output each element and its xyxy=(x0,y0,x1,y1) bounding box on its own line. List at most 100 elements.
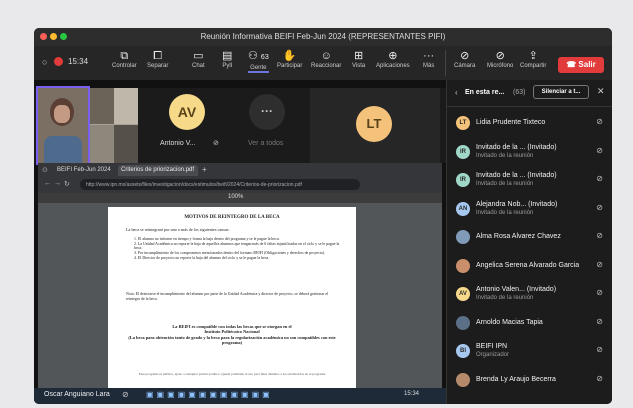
participant-name: Invitado de la ... (Invitado) xyxy=(476,172,557,179)
poll-icon: ▤ xyxy=(222,50,233,62)
participant-name: BEIFI IPN xyxy=(476,343,508,350)
see-all-tile[interactable]: ··· Ver a todos xyxy=(232,88,298,163)
participant-avatar xyxy=(456,315,470,330)
participant-name: Alejandra Nob... (Invitado) xyxy=(476,200,558,208)
participant-avatar: BI xyxy=(456,344,470,358)
speaker-face xyxy=(54,105,70,123)
more-label: Más xyxy=(423,63,435,69)
participant-role: Invitado de la reunión xyxy=(476,295,534,301)
share-button[interactable]: ⇪ Compartir xyxy=(520,49,546,69)
camera-button[interactable]: ⊘ Cámara xyxy=(454,49,475,69)
participant-row[interactable]: AV Antonio Valen... (Invitado) Invitado de… xyxy=(447,283,612,307)
close-icon[interactable]: ✕ xyxy=(597,86,605,97)
pdf-page: MOTIVOS DE REINTEGRO DE LA BECA La beca … xyxy=(108,207,356,404)
pdf-bold-line: (La beca para obtención tanto de grado y… xyxy=(128,334,336,346)
people-button[interactable]: ⚇ 63 Gente xyxy=(248,49,269,73)
video-tile-lt[interactable]: LT xyxy=(310,88,440,163)
more-icon: ··· xyxy=(423,50,435,62)
microphone-label: Micrófono xyxy=(487,63,514,69)
participant-row[interactable]: IR Invitado de la ... (Invitado) Invitado … xyxy=(447,169,612,193)
pdf-list-item: 2. La Unidad Académica no reporte la baj… xyxy=(134,241,340,251)
new-tab-icon[interactable]: + xyxy=(202,165,207,174)
view-button[interactable]: ⊞ Vista xyxy=(352,49,365,69)
participant-row[interactable]: BI BEIFI IPN Organizador ⊘ xyxy=(447,340,612,364)
participant-row[interactable]: Alma Rosa Alvarez Chavez ⊘ xyxy=(447,226,612,250)
back-icon[interactable]: ← xyxy=(44,180,51,187)
video-tile-room[interactable] xyxy=(90,88,138,163)
forward-icon[interactable]: → xyxy=(54,180,61,187)
shared-taskbar: Oscar Anguiano Lara ⊘ ▣▣▣▣▣▣▣▣▣▣▣▣ 15:34 xyxy=(34,388,446,404)
microphone-button[interactable]: ⊘ Micrófono xyxy=(487,49,513,69)
raise-hand-label: Participar xyxy=(277,63,303,69)
camera-label: Cámara xyxy=(454,63,476,69)
react-button[interactable]: ☺ Reaccionar xyxy=(311,49,341,69)
participant-row[interactable]: Angelica Serena Alvarado Garcia ⊘ xyxy=(447,255,612,279)
window-title: Reunión Informativa BEIFI Feb-Jun 2024 (… xyxy=(200,32,446,41)
address-bar[interactable]: http://www.ipn.mx/assets/files/investiga… xyxy=(80,179,360,190)
pdf-list: 1. El alumno no informe en tiempo y form… xyxy=(134,237,340,261)
mic-off-icon[interactable]: ⊘ xyxy=(596,231,603,240)
people-label: Gente xyxy=(250,65,267,71)
panel-divider xyxy=(447,106,612,107)
mic-off-icon[interactable]: ⊘ xyxy=(596,174,603,183)
participant-role: Invitado de la reunión xyxy=(476,209,534,216)
pdf-zoom[interactable]: 100% xyxy=(228,194,243,200)
leave-button[interactable]: ☎ Salir xyxy=(558,57,604,73)
shield-icon: ○ xyxy=(42,57,48,67)
participant-row[interactable]: Arnoldo Macias Tapia ⊘ xyxy=(447,312,612,336)
mute-all-button[interactable]: Silenciar a t... xyxy=(533,85,589,99)
phone-hangup-icon: ☎ xyxy=(566,60,577,69)
control-button[interactable]: ⧉ Controlar xyxy=(112,49,137,69)
pdf-note: Nota: El detectarse el incumplimiento de… xyxy=(126,292,329,301)
room-view-b xyxy=(114,88,138,124)
raise-hand-button[interactable]: ✋ Participar xyxy=(277,49,302,69)
remote-control-icon: ⧉ xyxy=(120,50,129,62)
mic-off-icon[interactable]: ⊘ xyxy=(596,345,603,354)
more-button[interactable]: ··· Más xyxy=(423,49,434,69)
view-label: Vista xyxy=(352,63,366,69)
apps-button[interactable]: ⊕ Aplicaciones xyxy=(376,49,410,69)
participant-row[interactable]: LT Lidia Prudente Tixteco ⊘ xyxy=(447,112,612,136)
participants-panel: ‹ En esta re... (63) Silenciar a t... ✕ … xyxy=(446,80,612,404)
mic-off-icon[interactable]: ⊘ xyxy=(596,260,603,269)
avatar: LT xyxy=(356,106,392,142)
back-icon[interactable]: ‹ xyxy=(455,88,458,97)
participant-row[interactable]: Brenda Ly Araujo Becerra ⊘ xyxy=(447,369,612,393)
video-tile-speaker[interactable] xyxy=(36,86,90,165)
reload-icon[interactable]: ↻ xyxy=(64,180,70,188)
browser-menu-icon[interactable]: ⊙ xyxy=(42,166,48,174)
mic-off-icon: ⊘ xyxy=(495,50,505,62)
browser-tab-1[interactable]: BEIFI Feb-Jun 2024 xyxy=(54,165,116,176)
chat-button[interactable]: ▭ Chat xyxy=(192,49,205,69)
toolbar-divider xyxy=(445,50,446,76)
participant-name: Brenda Ly Araujo Becerra xyxy=(476,375,556,383)
pop-out-button[interactable]: ⧠ Separar xyxy=(147,49,168,69)
participant-avatar: AV xyxy=(456,287,470,301)
share-icon: ⇪ xyxy=(528,50,538,62)
avatar: AV xyxy=(169,94,205,130)
mic-off-icon[interactable]: ⊘ xyxy=(596,146,603,155)
apps-icon: ⊕ xyxy=(388,50,398,62)
participant-avatar: IR xyxy=(456,144,470,159)
mic-off-icon[interactable]: ⊘ xyxy=(596,117,603,126)
shared-screen: ⊙ BEIFI Feb-Jun 2024 Criterios de priori… xyxy=(38,163,442,404)
participants-count: (63) xyxy=(513,89,526,96)
participant-avatar xyxy=(456,230,470,244)
mic-off-icon[interactable]: ⊘ xyxy=(596,317,603,326)
pop-out-label: Separar xyxy=(147,63,169,69)
poll-button[interactable]: ▤ Pyll xyxy=(222,49,232,69)
room-view-d xyxy=(114,125,138,163)
participant-row[interactable]: IR Invitado de la ... (Invitado) Invitado … xyxy=(447,141,612,165)
participants-title: En esta re... xyxy=(465,89,505,96)
speaker-shoulders xyxy=(44,136,82,163)
mic-off-icon[interactable]: ⊘ xyxy=(596,288,603,297)
video-tile-av[interactable]: AV Antonio V... ⊘ xyxy=(150,88,230,163)
mic-off-icon[interactable]: ⊘ xyxy=(596,374,603,383)
participant-row[interactable]: AN Alejandra Nob... (Invitado) Invitado de… xyxy=(447,198,612,222)
participant-role: Organizador xyxy=(476,352,510,358)
participant-name: Lidia Prudente Tixteco xyxy=(476,119,546,126)
recording-icon xyxy=(54,57,63,66)
browser-tab-2[interactable]: Criterios de priorizacion.pdf xyxy=(118,165,198,176)
mic-off-icon[interactable]: ⊘ xyxy=(596,203,603,212)
taskbar-apps-icon: ▣▣▣▣▣▣▣▣▣▣▣▣ xyxy=(146,390,273,399)
